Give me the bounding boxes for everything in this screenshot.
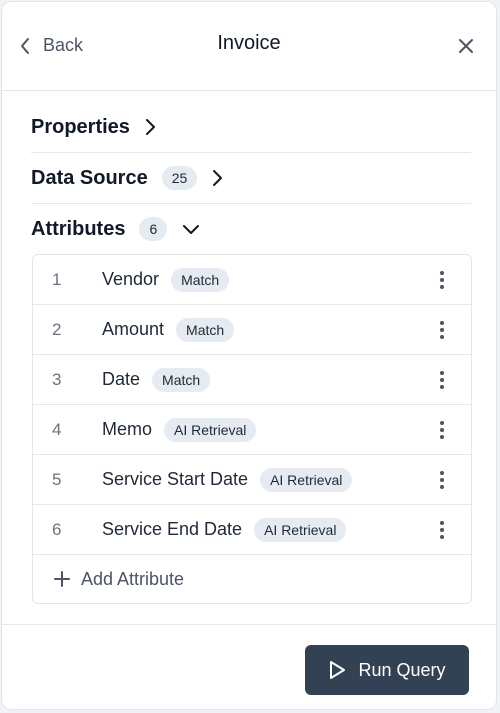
attribute-type-badge: Match bbox=[171, 267, 230, 292]
section-properties[interactable]: Properties bbox=[31, 102, 471, 153]
row-index: 1 bbox=[52, 269, 62, 289]
table-row[interactable]: 1 Vendor Match bbox=[33, 255, 471, 305]
kebab-menu-icon[interactable] bbox=[439, 470, 445, 490]
add-attribute-button[interactable]: Add Attribute bbox=[33, 555, 471, 603]
attributes-table: 1 Vendor Match 2 Amount Match 3 Date Mat… bbox=[32, 254, 472, 604]
close-button[interactable] bbox=[458, 38, 474, 54]
attributes-count-badge: 6 bbox=[139, 217, 168, 241]
section-attributes[interactable]: Attributes 6 bbox=[31, 204, 471, 254]
attribute-name: Service End Date bbox=[102, 519, 243, 539]
row-index: 4 bbox=[52, 419, 62, 439]
row-index: 3 bbox=[52, 369, 62, 389]
run-query-button[interactable]: Run Query bbox=[305, 645, 469, 695]
back-label: Back bbox=[43, 35, 84, 55]
kebab-menu-icon[interactable] bbox=[439, 320, 445, 340]
kebab-menu-icon[interactable] bbox=[439, 420, 445, 440]
kebab-menu-icon[interactable] bbox=[439, 270, 445, 290]
table-row[interactable]: 3 Date Match bbox=[33, 355, 471, 405]
chevron-right-icon bbox=[211, 168, 223, 188]
run-query-label: Run Query bbox=[358, 659, 446, 680]
attribute-name: Service Start Date bbox=[102, 469, 249, 489]
invoice-panel: Back Invoice Properties Data Source 25 A… bbox=[1, 1, 497, 710]
table-row[interactable]: 5 Service Start Date AI Retrieval bbox=[33, 455, 471, 505]
play-icon bbox=[328, 660, 346, 680]
section-attributes-title: Attributes bbox=[31, 217, 126, 240]
table-row[interactable]: 2 Amount Match bbox=[33, 305, 471, 355]
panel-header: Back Invoice bbox=[2, 2, 496, 91]
attribute-name: Amount bbox=[102, 319, 165, 339]
section-data-source[interactable]: Data Source 25 bbox=[31, 153, 471, 204]
kebab-menu-icon[interactable] bbox=[439, 520, 445, 540]
close-icon bbox=[458, 38, 474, 54]
chevron-down-icon bbox=[181, 223, 201, 235]
kebab-menu-icon[interactable] bbox=[439, 370, 445, 390]
add-attribute-label: Add Attribute bbox=[81, 568, 185, 589]
table-row[interactable]: 4 Memo AI Retrieval bbox=[33, 405, 471, 455]
attribute-type-badge: AI Retrieval bbox=[164, 417, 257, 442]
attribute-name: Vendor bbox=[102, 269, 160, 289]
attribute-type-badge: Match bbox=[176, 317, 235, 342]
row-index: 2 bbox=[52, 319, 62, 339]
plus-icon bbox=[53, 570, 71, 588]
attribute-type-badge: Match bbox=[152, 367, 211, 392]
row-index: 6 bbox=[52, 519, 62, 539]
back-button[interactable]: Back bbox=[19, 35, 83, 56]
attribute-name: Date bbox=[102, 369, 141, 389]
table-row[interactable]: 6 Service End Date AI Retrieval bbox=[33, 505, 471, 555]
section-data-source-title: Data Source bbox=[31, 166, 148, 189]
data-source-count-badge: 25 bbox=[161, 166, 198, 190]
chevron-left-icon bbox=[19, 37, 31, 55]
chevron-right-icon bbox=[144, 117, 156, 137]
section-properties-title: Properties bbox=[31, 115, 130, 138]
panel-footer: Run Query bbox=[2, 624, 496, 709]
attribute-type-badge: AI Retrieval bbox=[254, 517, 347, 542]
row-index: 5 bbox=[52, 469, 62, 489]
attribute-name: Memo bbox=[102, 419, 153, 439]
attribute-type-badge: AI Retrieval bbox=[260, 467, 353, 492]
